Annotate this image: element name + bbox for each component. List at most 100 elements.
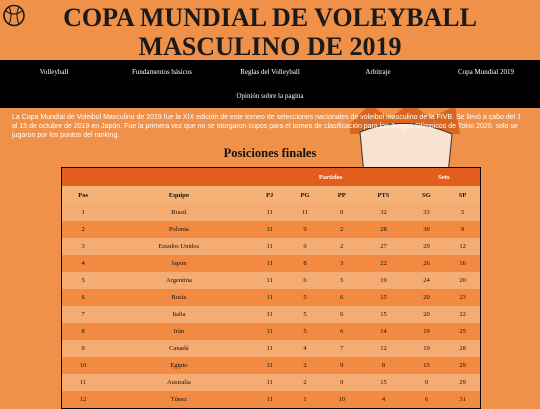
table-cell: 15	[359, 374, 408, 391]
table-cell: 6	[324, 323, 360, 340]
table-cell: Italia	[104, 306, 254, 323]
table-cell: 3	[324, 255, 360, 272]
table-row: 3 Estados Unidos 11 9 2 27 29 12	[61, 238, 481, 255]
column-header-row: Pos Equipo PJ PG PP PTS SG SP	[61, 186, 481, 204]
table-cell: Japón	[104, 255, 254, 272]
table-cell: 15	[359, 289, 408, 306]
table-cell: 1	[285, 391, 325, 409]
table-cell: 22	[359, 255, 408, 272]
intro-paragraph: La Copa Mundial de Voleibol Masculino de…	[12, 114, 521, 139]
table-cell: 9	[407, 374, 446, 391]
column-header: PTS	[359, 186, 408, 204]
table-cell: 29	[445, 357, 481, 374]
page-header: COPA MUNDIAL DE VOLEYBALL MASCULINO DE 2…	[0, 0, 540, 61]
table-cell: 8	[285, 255, 325, 272]
table-cell: 11	[253, 204, 286, 221]
table-cell: 16	[445, 255, 481, 272]
table-cell: 32	[359, 204, 408, 221]
nav-link-opinion[interactable]: Opinión sobre la pagina	[236, 92, 303, 100]
table-cell: Estados Unidos	[104, 238, 254, 255]
table-cell: Egipto	[104, 357, 254, 374]
table-cell: 5	[285, 289, 325, 306]
table-cell: 5	[285, 306, 325, 323]
table-cell: 8	[359, 357, 408, 374]
standings-table: Partidos Sets Pos Equipo PJ PG PP PTS SG SP 1 Br…	[61, 167, 481, 409]
table-row: 6 Rusia 11 5 6 15 20 23	[61, 289, 481, 306]
table-cell: 4	[359, 391, 408, 409]
table-cell: 19	[407, 323, 446, 340]
column-header: Pos	[61, 186, 105, 204]
table-cell: 1	[61, 204, 105, 221]
table-cell: 11	[253, 357, 286, 374]
table-cell: 20	[407, 306, 446, 323]
table-cell: Canadá	[104, 340, 254, 357]
table-cell: 2	[61, 221, 105, 238]
header-group-partidos: Partidos	[253, 167, 408, 186]
table-cell: 6	[324, 289, 360, 306]
table-cell: 12	[445, 238, 481, 255]
table-cell: 27	[359, 238, 408, 255]
table-cell: 12	[61, 391, 105, 409]
table-cell: 12	[359, 340, 408, 357]
table-row: 2 Polonia 11 9 2 28 30 9	[61, 221, 481, 238]
nav-link-copa-mundial[interactable]: Copa Mundial 2019	[432, 68, 540, 76]
table-cell: 9	[324, 374, 360, 391]
table-cell: 20	[445, 272, 481, 289]
table-cell: 22	[445, 306, 481, 323]
table-cell: 7	[61, 306, 105, 323]
table-cell: 20	[407, 289, 446, 306]
table-cell: 11	[253, 306, 286, 323]
table-cell: 11	[253, 221, 286, 238]
table-row: 1 Brasil 11 11 0 32 33 5	[61, 204, 481, 221]
table-cell: 11	[253, 289, 286, 306]
table-cell: 11	[61, 374, 105, 391]
table-cell: 2	[324, 238, 360, 255]
table-cell: 25	[445, 323, 481, 340]
table-cell: Túnez	[104, 391, 254, 409]
table-cell: 4	[285, 340, 325, 357]
table-cell: 19	[407, 340, 446, 357]
table-row: 9 Canadá 11 4 7 12 19 28	[61, 340, 481, 357]
table-cell: 0	[324, 204, 360, 221]
nav-link-fundamentos[interactable]: Fundamentos básicos	[108, 68, 216, 76]
header-group-sets: Sets	[407, 167, 481, 186]
table-cell: 31	[445, 391, 481, 409]
header-blank	[61, 167, 254, 186]
table-cell: 11	[253, 272, 286, 289]
table-row: 12 Túnez 11 1 10 4 6 31	[61, 391, 481, 409]
table-cell: 5	[61, 272, 105, 289]
table-cell: 6	[285, 272, 325, 289]
table-cell: 9	[324, 357, 360, 374]
table-cell: 29	[407, 238, 446, 255]
table-cell: 26	[407, 255, 446, 272]
table-cell: 30	[407, 221, 446, 238]
column-header: SG	[407, 186, 446, 204]
table-cell: Argentina	[104, 272, 254, 289]
table-cell: 4	[61, 255, 105, 272]
table-cell: 29	[445, 374, 481, 391]
table-cell: 14	[359, 323, 408, 340]
table-row: 8 Irán 11 5 6 14 19 25	[61, 323, 481, 340]
table-cell: 11	[253, 238, 286, 255]
nav-link-volleyball[interactable]: Volleyball	[0, 68, 108, 76]
nav-link-arbitraje[interactable]: Arbitraje	[324, 68, 432, 76]
table-cell: 5	[324, 272, 360, 289]
standings-body: 1 Brasil 11 11 0 32 33 5 2 Polonia 11 9 2 28 30 9 3 Estad…	[61, 204, 481, 409]
table-cell: 6	[324, 306, 360, 323]
table-cell: 33	[407, 204, 446, 221]
table-cell: 19	[359, 272, 408, 289]
table-cell: Irán	[104, 323, 254, 340]
table-cell: 10	[61, 357, 105, 374]
column-header: PG	[285, 186, 325, 204]
nav-link-reglas[interactable]: Reglas del Volleyball	[216, 68, 324, 76]
table-row: 4 Japón 11 8 3 22 26 16	[61, 255, 481, 272]
table-cell: 2	[324, 221, 360, 238]
table-cell: 7	[324, 340, 360, 357]
table-cell: 9	[285, 221, 325, 238]
table-row: 7 Italia 11 5 6 15 20 22	[61, 306, 481, 323]
table-cell: 5	[285, 323, 325, 340]
table-cell: 11	[253, 374, 286, 391]
table-cell: 6	[407, 391, 446, 409]
table-cell: 11	[253, 255, 286, 272]
table-cell: 9	[61, 340, 105, 357]
